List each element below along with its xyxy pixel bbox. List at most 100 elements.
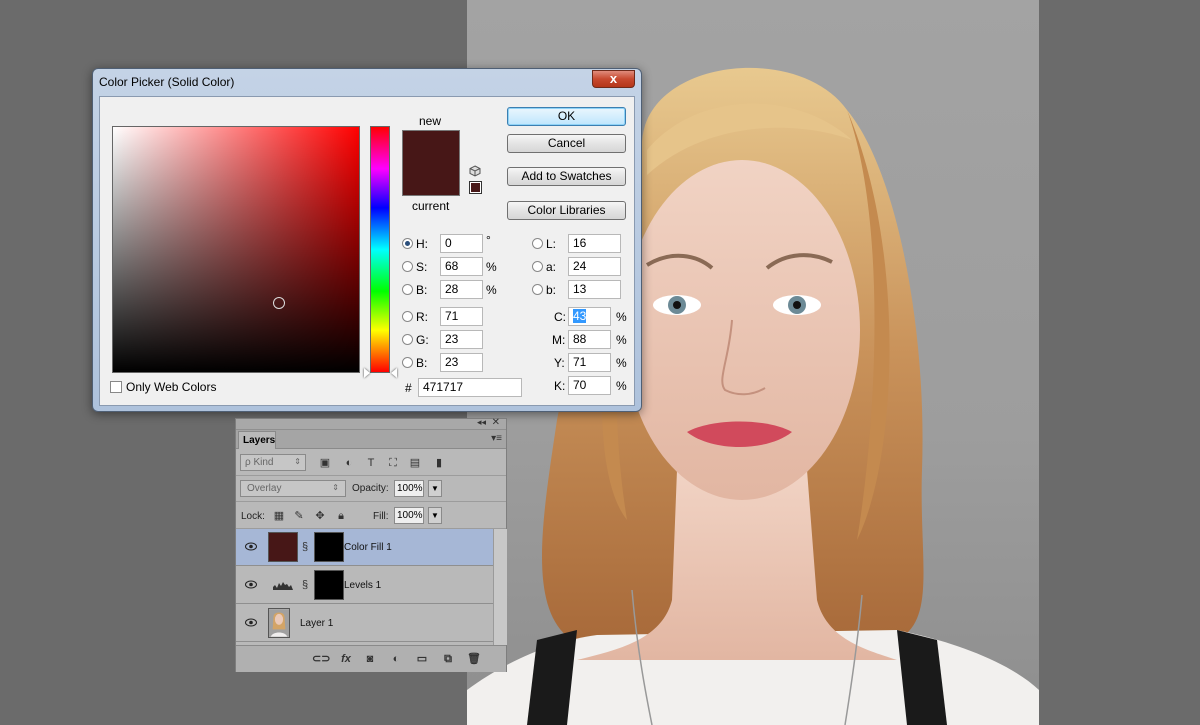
- radio-l[interactable]: [532, 238, 543, 249]
- field-c[interactable]: 43: [568, 307, 611, 326]
- fill-dropdown[interactable]: ▼: [428, 507, 442, 524]
- label-s: S:: [416, 260, 428, 274]
- layers-panel: ◂◂ ✕ Layers ▾≡ ρ Kind ⇕ ▣ ◐ T ⛶ ▤ ▮ Over…: [235, 417, 507, 672]
- layer-mask-thumbnail[interactable]: [314, 570, 344, 600]
- field-a-value: 24: [573, 259, 587, 273]
- only-web-colors-label: Only Web Colors: [126, 380, 217, 394]
- cancel-button[interactable]: Cancel: [507, 134, 626, 153]
- opacity-field[interactable]: 100%: [394, 480, 424, 497]
- field-y[interactable]: 71: [568, 353, 611, 372]
- add-to-swatches-button[interactable]: Add to Swatches: [507, 167, 626, 186]
- blend-mode-select[interactable]: Overlay ⇕: [240, 480, 346, 497]
- link-chain-icon[interactable]: §: [302, 579, 308, 591]
- new-group-icon[interactable]: ▭: [414, 652, 430, 666]
- radio-r[interactable]: [402, 311, 413, 322]
- visibility-eye-icon[interactable]: [245, 618, 257, 627]
- layer-filter-row: ρ Kind ⇕ ▣ ◐ T ⛶ ▤ ▮: [236, 450, 506, 476]
- field-blue[interactable]: 23: [440, 353, 483, 372]
- unit-m: %: [616, 333, 627, 347]
- layer-row-layer-1[interactable]: Layer 1: [236, 605, 493, 642]
- layer-row-levels-1[interactable]: § Levels 1: [236, 567, 493, 604]
- fx-icon[interactable]: fx: [338, 652, 354, 666]
- filter-toggle-icon[interactable]: ▮: [432, 456, 446, 470]
- label-r: R:: [416, 310, 428, 324]
- lock-transparent-icon[interactable]: ▦: [272, 509, 286, 523]
- new-color-swatch: [403, 131, 459, 163]
- ok-button[interactable]: OK: [507, 107, 626, 126]
- layer-mask-thumbnail[interactable]: [314, 532, 344, 562]
- link-chain-icon[interactable]: §: [302, 541, 308, 553]
- visibility-eye-icon[interactable]: [245, 580, 257, 589]
- dialog-titlebar[interactable]: Color Picker (Solid Color) x: [93, 69, 641, 95]
- panel-menu-icon[interactable]: ▾≡: [491, 433, 502, 444]
- only-web-colors-checkbox[interactable]: [110, 381, 122, 393]
- field-h[interactable]: 0: [440, 234, 483, 253]
- cube-icon[interactable]: [469, 165, 481, 177]
- radio-h[interactable]: [402, 238, 413, 249]
- levels-histogram-icon[interactable]: [272, 579, 294, 591]
- panel-tab-bar: Layers ▾≡: [236, 430, 506, 449]
- field-a[interactable]: 24: [568, 257, 621, 276]
- web-safe-color-chip[interactable]: [469, 181, 482, 194]
- color-libraries-button[interactable]: Color Libraries: [507, 201, 626, 220]
- new-layer-icon[interactable]: ⧉: [440, 652, 456, 666]
- adjustment-filter-icon[interactable]: ◐: [342, 456, 356, 470]
- field-b[interactable]: 28: [440, 280, 483, 299]
- radio-g[interactable]: [402, 334, 413, 345]
- current-color-swatch[interactable]: [403, 163, 459, 195]
- close-icon[interactable]: ✕: [492, 417, 500, 428]
- radio-blue[interactable]: [402, 357, 413, 368]
- field-s[interactable]: 68: [440, 257, 483, 276]
- label-m: M:: [552, 333, 566, 347]
- field-l-value: 16: [573, 236, 587, 250]
- hue-slider[interactable]: [370, 126, 390, 373]
- fill-field[interactable]: 100%: [394, 507, 424, 524]
- opacity-label: Opacity:: [352, 483, 389, 494]
- new-adjustment-icon[interactable]: ◐: [388, 652, 404, 666]
- hue-slider-handle-left[interactable]: [364, 368, 370, 378]
- field-m[interactable]: 88: [568, 330, 611, 349]
- link-layers-icon[interactable]: ⊂⊃: [312, 652, 330, 666]
- pixel-filter-icon[interactable]: ▣: [318, 456, 332, 470]
- close-button[interactable]: x: [592, 70, 635, 88]
- radio-lab-b[interactable]: [532, 284, 543, 295]
- field-k-value: 70: [573, 378, 587, 392]
- field-r-value: 71: [445, 309, 459, 323]
- lock-move-icon[interactable]: ✥: [313, 509, 327, 523]
- radio-a[interactable]: [532, 261, 543, 272]
- panel-header-bar[interactable]: ◂◂ ✕: [236, 417, 506, 430]
- field-k[interactable]: 70: [568, 376, 611, 395]
- add-mask-icon[interactable]: ◙: [362, 652, 378, 666]
- radio-s[interactable]: [402, 261, 413, 272]
- filter-kind-select[interactable]: ρ Kind ⇕: [240, 454, 306, 471]
- field-r[interactable]: 71: [440, 307, 483, 326]
- shape-filter-icon[interactable]: ⛶: [386, 456, 400, 470]
- field-m-value: 88: [573, 332, 587, 346]
- field-blue-value: 23: [445, 355, 459, 369]
- label-g: G:: [416, 333, 429, 347]
- field-g[interactable]: 23: [440, 330, 483, 349]
- color-fill-thumbnail[interactable]: [268, 532, 298, 562]
- photo-layer-thumbnail[interactable]: [268, 608, 290, 638]
- type-filter-icon[interactable]: T: [364, 456, 378, 470]
- smart-object-filter-icon[interactable]: ▤: [408, 456, 422, 470]
- hex-field[interactable]: 471717: [418, 378, 522, 397]
- field-lab-b[interactable]: 13: [568, 280, 621, 299]
- field-b-value: 28: [445, 282, 459, 296]
- lock-all-icon[interactable]: 🔒︎: [334, 509, 348, 523]
- layer-list: § Color Fill 1 § Levels 1 Layer 1: [236, 529, 493, 645]
- lock-brush-icon[interactable]: ✎: [292, 509, 306, 523]
- tab-layers[interactable]: Layers: [238, 431, 276, 449]
- layer-row-color-fill-1[interactable]: § Color Fill 1: [236, 529, 493, 566]
- radio-b[interactable]: [402, 284, 413, 295]
- color-field[interactable]: [112, 126, 360, 373]
- collapse-icon[interactable]: ◂◂: [477, 417, 486, 428]
- opacity-dropdown[interactable]: ▼: [428, 480, 442, 497]
- layer-list-scrollbar[interactable]: [493, 529, 507, 645]
- field-l[interactable]: 16: [568, 234, 621, 253]
- trash-icon[interactable]: 🗑︎: [466, 652, 482, 666]
- label-lab-b: b:: [546, 283, 557, 297]
- color-field-marker[interactable]: [273, 297, 285, 309]
- hue-slider-handle-right[interactable]: [391, 368, 397, 378]
- visibility-eye-icon[interactable]: [245, 542, 257, 551]
